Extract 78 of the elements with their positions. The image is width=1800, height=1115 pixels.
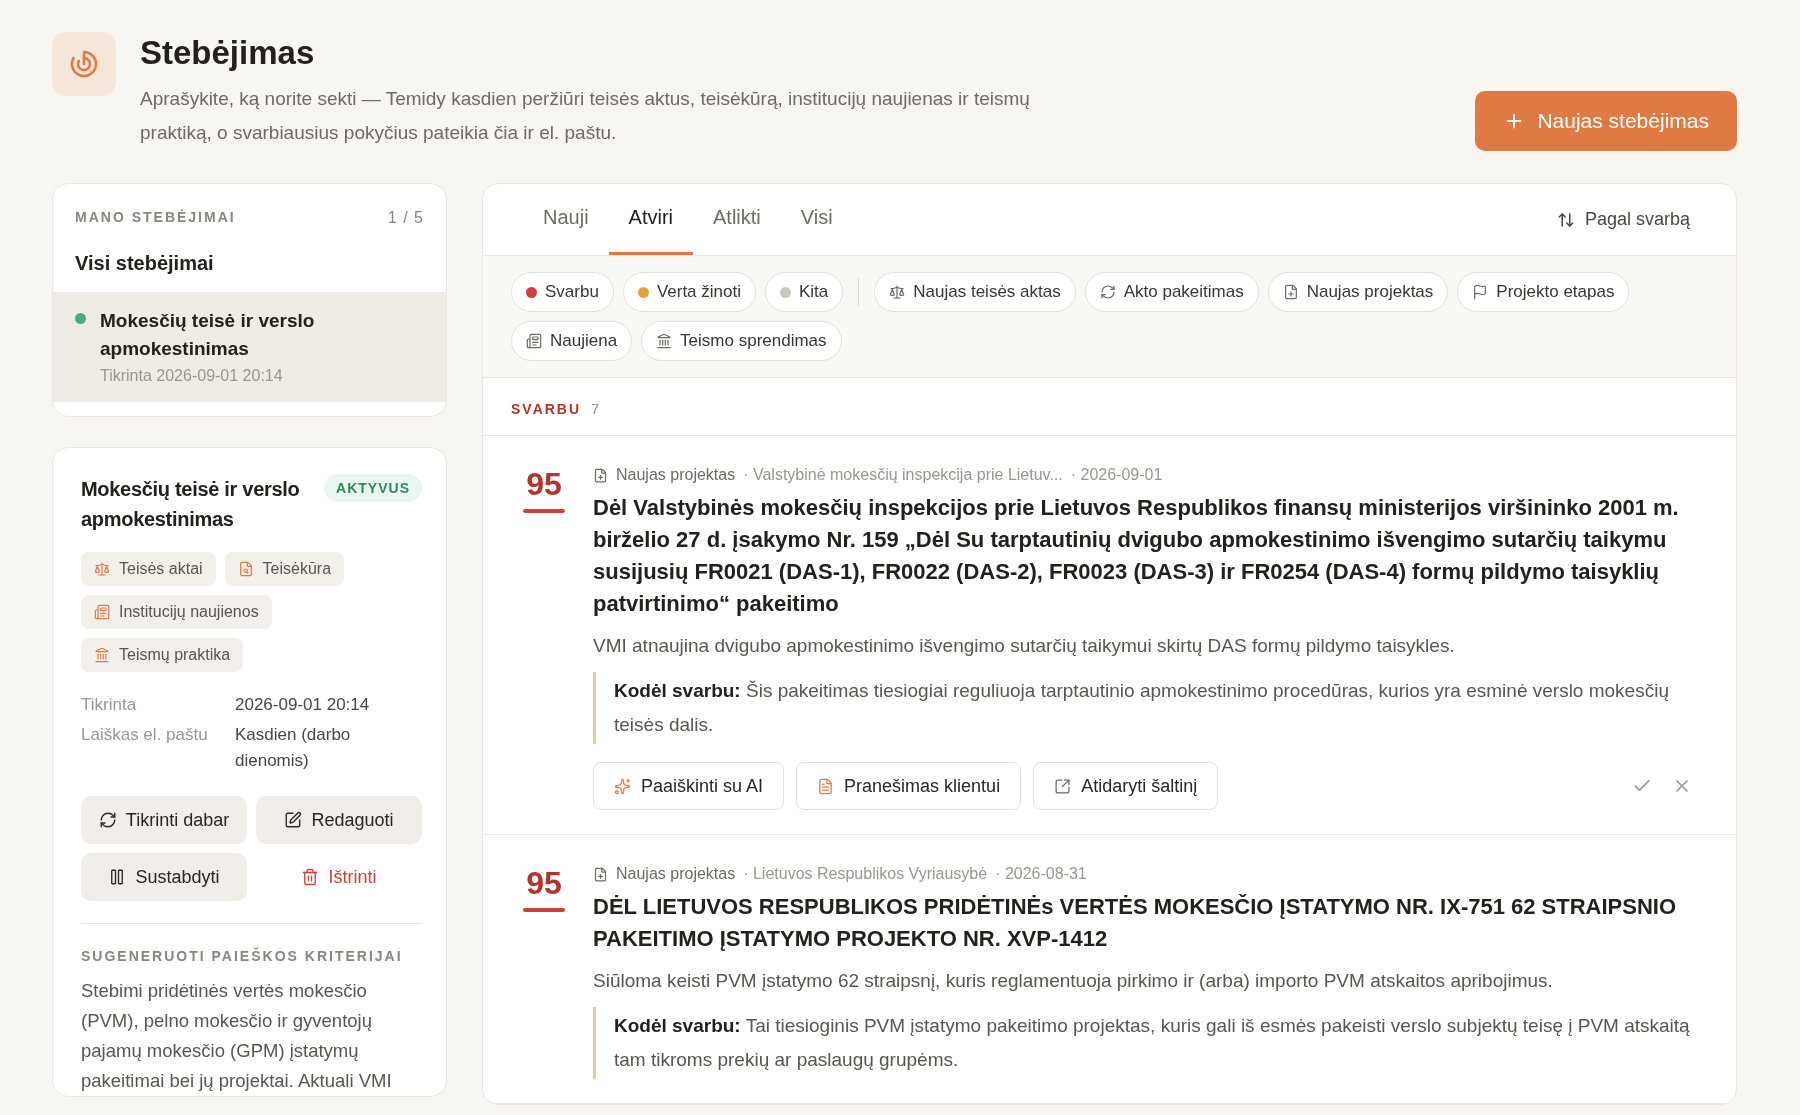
filter-chip[interactable]: Teismo sprendimas bbox=[641, 321, 842, 361]
source-tag: Institucijų naujienos bbox=[81, 595, 272, 629]
filter-chip[interactable]: Kita bbox=[765, 272, 844, 312]
relevance-score: 95 bbox=[526, 466, 562, 503]
filter-chip[interactable]: Verta žinoti bbox=[622, 272, 756, 312]
field-label: Tikrinta bbox=[81, 694, 138, 716]
filter-chip[interactable]: Svarbu bbox=[511, 272, 614, 312]
refresh-icon bbox=[98, 811, 117, 829]
scale-icon bbox=[94, 561, 110, 577]
document-search-icon bbox=[237, 561, 254, 577]
document-icon bbox=[817, 777, 835, 795]
newspaper-icon bbox=[526, 333, 542, 349]
delete-button[interactable]: Ištrinti bbox=[256, 853, 422, 901]
criteria-heading: SUGENERUOTI PAIEŠKOS KRITERIJAI bbox=[81, 948, 404, 964]
item-title[interactable]: Dėl Valstybinės mokesčių inspekcijos prie Lietuvos Respublikos finansų ministerijos viršininko 2001 m. birželio 27 d. įsakymo Nr. 159 „Dėl Su tarptautinių dvigubo apmokestinimo išvengimo sutarčių taikymu susijusių FR0021 (DAS-1), FR0022 (DAS-2), FR0023 (DAS-3) ir FR0254 (DAS-4) formų pildymo taisyklių patvirtinimo“ pakeitimo bbox=[593, 492, 1696, 620]
score-bar bbox=[523, 509, 565, 513]
document-plus-icon bbox=[1282, 284, 1299, 300]
check-now-button[interactable]: Tikrinti dabar bbox=[81, 796, 247, 844]
field-label: Laiškas el. paštu bbox=[81, 724, 209, 746]
item-source: · Lietuvos Respublikos Vyriausybė bbox=[743, 865, 988, 883]
item-action-button[interactable]: Pranešimas klientui bbox=[796, 762, 1022, 810]
why-important-note: Kodėl svarbu: Tai tiesioginis PVM įstatymo pakeitimo projektas, kuris gali iš esmės pakeisti verslo subjektų teisę į PVM atskaitą tam tikroms prekių ar paslaugų grupėms. bbox=[593, 1007, 1696, 1079]
filter-chip[interactable]: Projekto etapas bbox=[1457, 272, 1630, 312]
why-important-note: Kodėl svarbu: Šis pakeitimas tiesiogiai reguliuoja tarptautinio apmokestinimo procedūras, kurios yra esminė verslo mokesčių teisės dalis. bbox=[593, 672, 1696, 744]
relevance-score: 95 bbox=[526, 865, 562, 902]
watch-count: 1 / 5 bbox=[387, 209, 424, 227]
last-checked: Tikrinta 2026-09-01 20:14 bbox=[100, 367, 284, 385]
refresh-icon bbox=[1099, 284, 1116, 300]
document-plus-icon bbox=[593, 866, 608, 882]
source-tag: Teisėkūra bbox=[224, 552, 345, 586]
filter-chip[interactable]: Naujas teisės aktas bbox=[874, 272, 1076, 312]
external-link-icon bbox=[1054, 777, 1072, 795]
page-description: Aprašykite, ką norite sekti — Temidy kasdien peržiūri teisės aktus, teisėkūrą, institucijų naujienas ir teismų praktiką, o svarbiausius pokyčius pateikia čia ir el. paštu. bbox=[140, 87, 1031, 145]
sort-button[interactable]: Pagal svarbą bbox=[1550, 208, 1696, 231]
field-value: 2026-09-01 20:14 bbox=[235, 694, 371, 716]
sparkle-icon bbox=[614, 777, 631, 795]
item-summary: VMI atnaujina dvigubo apmokestinimo išvengimo sutarčių taikymui skirtų DAS formų pildymo taisykles. bbox=[593, 634, 1456, 658]
radar-icon bbox=[68, 48, 100, 80]
item-action-button[interactable]: Paaiškinti su AI bbox=[593, 762, 785, 810]
all-watches-item[interactable]: Visi stebėjimai bbox=[53, 227, 446, 292]
tab[interactable]: Atlikti bbox=[693, 184, 781, 255]
trash-icon bbox=[301, 868, 320, 886]
item-date: · 2026-09-01 bbox=[1070, 466, 1163, 484]
field-value: Kasdien (darbo dienomis) bbox=[235, 724, 352, 772]
item-type: Naujas projektas bbox=[616, 865, 736, 883]
section-heading: SVARBU bbox=[511, 401, 582, 417]
section-count: 7 bbox=[591, 400, 600, 417]
panel-heading: MANO STEBĖJIMAI bbox=[75, 209, 236, 227]
source-tag: Teisės aktai bbox=[81, 552, 216, 586]
score-bar bbox=[523, 908, 565, 912]
courthouse-icon bbox=[94, 647, 110, 663]
item-type: Naujas projektas bbox=[616, 466, 736, 484]
source-tag: Teismų praktika bbox=[81, 638, 244, 672]
criteria-text: Stebimi pridėtinės vertės mokesčio (PVM), pelno mokesčio ir gyventojų pajamų mokesčio (GPM) įstatymų pakeitimai bei jų projektai. Aktuali VMI bbox=[81, 979, 393, 1093]
pause-button[interactable]: Sustabdyti bbox=[81, 853, 247, 901]
page-title: Stebėjimas bbox=[140, 34, 316, 72]
edit-button[interactable]: Redaguoti bbox=[256, 796, 422, 844]
filter-chip[interactable]: Akto pakeitimas bbox=[1084, 272, 1259, 312]
item-source: · Valstybinė mokesčių inspekcija prie Lietuv... bbox=[743, 466, 1063, 484]
document-plus-icon bbox=[593, 467, 608, 483]
filter-chip[interactable]: Naujas projektas bbox=[1267, 272, 1449, 312]
watch-title: Mokesčių teisė ir verslo apmokestinimas bbox=[81, 477, 301, 532]
newspaper-icon bbox=[94, 604, 110, 620]
scale-icon bbox=[889, 284, 906, 300]
watch-name: Mokesčių teisė ir verslo apmokestinimas bbox=[100, 309, 316, 361]
item-title[interactable]: DĖL LIETUVOS RESPUBLIKOS PRIDĖTINĖs VERTĖS MOKESČIO ĮSTATYMO NR. IX-751 62 STRAIPSNIO PAKEITIMO ĮSTATYMO PROJEKTO NR. XVP-1412 bbox=[593, 891, 1696, 955]
status-badge: AKTYVUS bbox=[324, 474, 422, 502]
item-action-button[interactable]: Atidaryti šaltinį bbox=[1033, 762, 1219, 810]
courthouse-icon bbox=[656, 333, 673, 349]
tab[interactable]: Visi bbox=[780, 184, 853, 255]
tab[interactable]: Nauji bbox=[523, 184, 609, 255]
filter-chip[interactable]: Naujiena bbox=[511, 321, 633, 361]
item-date: · 2026-08-31 bbox=[995, 865, 1087, 883]
item-summary: Siūloma keisti PVM įstatymo 62 straipsnį, kuris reglamentuoja pirkimo ir (arba) importo PVM atskaitos apribojimus. bbox=[593, 969, 1554, 993]
sort-icon bbox=[1556, 210, 1575, 229]
watch-item[interactable]: Mokesčių teisė ir verslo apmokestinimas Tikrinta 2026-09-01 20:14 bbox=[53, 292, 446, 402]
edit-icon bbox=[284, 811, 303, 829]
flag-icon bbox=[1472, 284, 1489, 300]
